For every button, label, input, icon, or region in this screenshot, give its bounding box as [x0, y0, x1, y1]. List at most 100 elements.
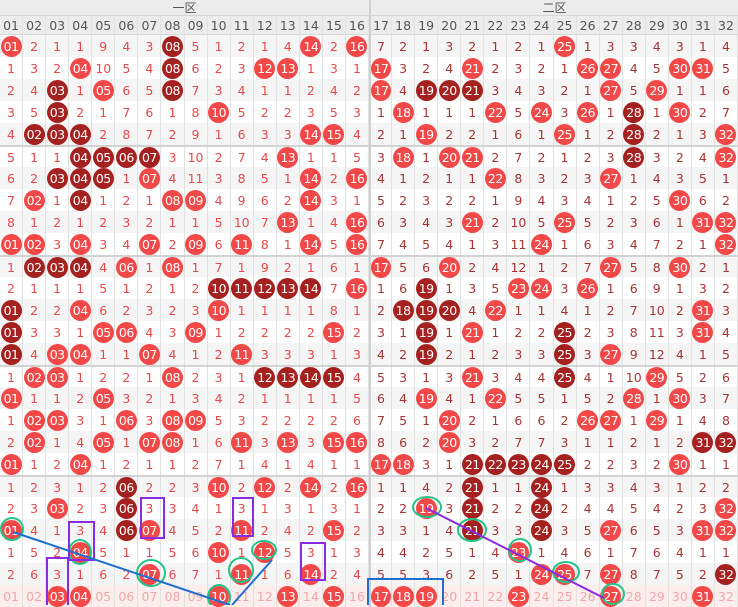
pick-number-14[interactable]: 14 [300, 585, 323, 607]
miss-count-cell: 2 [138, 477, 162, 498]
pick-number-21[interactable]: 21 [461, 585, 485, 607]
pick-number-31[interactable]: 31 [692, 585, 715, 607]
hit-ball: 11 [231, 519, 253, 541]
column-header-21: 21 [461, 16, 485, 34]
miss-count-cell: 2 [208, 343, 231, 365]
hit-ball-dark: 05 [92, 167, 114, 189]
miss-count-cell: 2 [530, 321, 554, 343]
miss-count-cell: 3 [185, 299, 208, 321]
miss-count-cell: 1 [231, 453, 254, 475]
miss-count-cell: 1 [692, 79, 715, 101]
miss-count-cell: 3 [507, 57, 531, 79]
pick-number-07[interactable]: 07 [138, 585, 162, 607]
table-row: 01 02 3 04 3 4 07 2 09 6 11 8 1 14 5 16 7 4 5 4 1 3 11 24 1 6 3 4 7 2… [0, 233, 738, 255]
cell: 10 [208, 477, 231, 498]
cell: 08 [161, 57, 185, 79]
hit-ball: 01 [0, 453, 22, 475]
miss-count-cell: 5 [138, 79, 162, 101]
miss-count-cell: 2 [554, 497, 577, 519]
selected-ball[interactable]: 15 [323, 585, 345, 607]
pick-number-16[interactable]: 16 [346, 585, 369, 607]
table-row: 3 5 03 2 1 7 6 1 8 10 5 2 2 3 5 3 1 18 1 1 1 22 5 24 3 26 1 28 1 30 2 7 [0, 101, 738, 123]
miss-count-cell: 6 [623, 519, 646, 541]
pick-number-27[interactable]: 27 [600, 585, 623, 607]
selected-ball[interactable]: 10 [208, 585, 230, 607]
pick-number-23[interactable]: 23 [507, 585, 531, 607]
miss-count-cell: 7 [231, 147, 254, 168]
pick-number-32[interactable]: 32 [715, 585, 738, 607]
cell: 04 [69, 453, 93, 475]
pick-number-12[interactable]: 12 [254, 585, 277, 607]
miss-count-cell: 1 [300, 211, 323, 233]
selected-ball[interactable]: 27 [600, 585, 622, 607]
miss-count-cell: 1 [300, 257, 323, 278]
pick-number-01[interactable]: 01 [0, 585, 24, 607]
pick-number-28[interactable]: 28 [623, 585, 646, 607]
pick-number-03[interactable]: 03 [46, 585, 70, 607]
miss-count-cell: 3 [438, 497, 462, 519]
miss-count-cell: 2 [346, 79, 369, 101]
pick-number-11[interactable]: 11 [231, 585, 254, 607]
hit-ball: 01 [0, 35, 22, 57]
pick-number-17[interactable]: 17 [369, 585, 393, 607]
miss-count-cell: 1 [369, 477, 393, 498]
miss-count-cell: 1 [392, 321, 416, 343]
miss-count-cell: 2 [46, 211, 70, 233]
pick-number-10[interactable]: 10 [208, 585, 231, 607]
hit-ball: 31 [692, 321, 714, 343]
miss-count-cell: 1 [669, 277, 692, 299]
cell: 15 [323, 123, 346, 145]
selected-ball[interactable]: 19 [415, 585, 437, 607]
pick-number-26[interactable]: 26 [577, 585, 600, 607]
pick-number-29[interactable]: 29 [646, 585, 669, 607]
selected-ball[interactable]: 23 [507, 585, 529, 607]
pick-number-13[interactable]: 13 [277, 585, 300, 607]
pick-number-18[interactable]: 18 [392, 585, 416, 607]
miss-count-cell: 5 [530, 211, 554, 233]
miss-count-cell: 1 [554, 233, 577, 255]
pick-number-19[interactable]: 19 [415, 585, 439, 607]
miss-count-cell: 1 [254, 563, 277, 585]
pick-number-08[interactable]: 08 [161, 585, 185, 607]
pick-number-06[interactable]: 06 [115, 585, 139, 607]
table-row: 5 1 1 04 05 06 07 3 10 2 7 4 13 1 1 5 3 18 1 20 21 2 7 2 1 2 3 28 3 2… [0, 145, 738, 168]
pick-number-30[interactable]: 30 [669, 585, 692, 607]
selected-ball[interactable]: 13 [277, 585, 299, 607]
pick-number-25[interactable]: 25 [554, 585, 577, 607]
miss-count-cell: 2 [484, 343, 508, 365]
pick-number-05[interactable]: 05 [92, 585, 116, 607]
miss-count-cell: 1 [254, 79, 277, 101]
miss-count-cell: 1 [92, 101, 116, 123]
hit-ball: 31 [692, 299, 714, 321]
miss-count-cell: 1 [484, 189, 508, 211]
zone-header: 一区 二区 [0, 0, 738, 16]
pick-number-04[interactable]: 04 [69, 585, 93, 607]
cell: 19 [415, 277, 439, 299]
selected-ball[interactable]: 17 [371, 585, 392, 607]
pick-number-09[interactable]: 09 [185, 585, 208, 607]
column-header-15: 15 [323, 16, 346, 34]
pick-number-24[interactable]: 24 [530, 585, 554, 607]
table-row: 4 02 03 04 2 8 7 2 9 1 6 3 3 14 15 4 2 1 19 2 2 1 6 1 25 1 2 28 2 1 3 3… [0, 123, 738, 145]
pick-number-22[interactable]: 22 [484, 585, 508, 607]
miss-count-cell: 3 [369, 147, 393, 168]
miss-count-cell: 4 [23, 343, 47, 365]
pick-number-02[interactable]: 02 [23, 585, 47, 607]
miss-count-cell: 3 [715, 299, 738, 321]
hit-ball-dark: 06 [115, 497, 137, 519]
selected-ball[interactable]: 03 [46, 585, 68, 607]
hit-ball: 30 [669, 57, 691, 79]
hit-ball-dark: 21 [461, 477, 483, 498]
miss-count-cell: 4 [300, 453, 323, 475]
selected-ball[interactable]: 31 [692, 585, 714, 607]
pick-number-15[interactable]: 15 [323, 585, 346, 607]
cell: 24 [530, 497, 554, 519]
miss-count-cell: 3 [346, 101, 369, 123]
miss-count-cell: 5 [415, 233, 439, 255]
miss-count-cell: 1 [115, 541, 139, 563]
cell: 14 [300, 563, 323, 585]
pick-number-20[interactable]: 20 [438, 585, 462, 607]
selected-ball[interactable]: 04 [69, 585, 91, 607]
miss-count-cell: 1 [461, 541, 485, 563]
selected-ball[interactable]: 18 [392, 585, 414, 607]
